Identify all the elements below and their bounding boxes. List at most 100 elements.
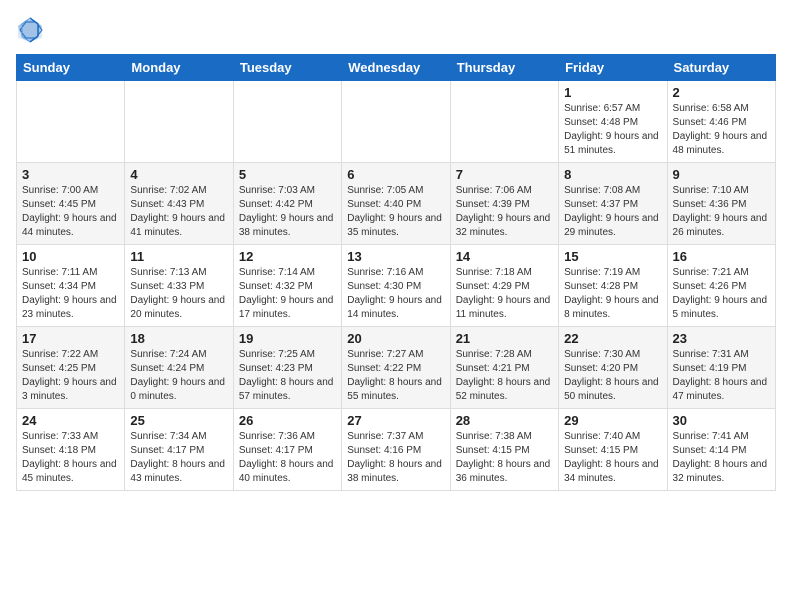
weekday-header-monday: Monday bbox=[125, 55, 233, 81]
day-info: Sunrise: 7:02 AM Sunset: 4:43 PM Dayligh… bbox=[130, 184, 227, 240]
weekday-header-sunday: Sunday bbox=[17, 55, 125, 81]
calendar-cell bbox=[17, 81, 125, 163]
weekday-header-thursday: Thursday bbox=[450, 55, 558, 81]
day-info: Sunrise: 7:24 AM Sunset: 4:24 PM Dayligh… bbox=[130, 348, 227, 404]
calendar-cell: 10 Sunrise: 7:11 AM Sunset: 4:34 PM Dayli… bbox=[17, 245, 125, 327]
day-info: Sunrise: 7:22 AM Sunset: 4:25 PM Dayligh… bbox=[22, 348, 119, 404]
day-info: Sunrise: 7:27 AM Sunset: 4:22 PM Dayligh… bbox=[347, 348, 444, 404]
calendar-cell: 27 Sunrise: 7:37 AM Sunset: 4:16 PM Dayli… bbox=[342, 409, 450, 491]
calendar-cell: 26 Sunrise: 7:36 AM Sunset: 4:17 PM Dayli… bbox=[233, 409, 341, 491]
calendar-cell: 25 Sunrise: 7:34 AM Sunset: 4:17 PM Dayli… bbox=[125, 409, 233, 491]
calendar-cell: 19 Sunrise: 7:25 AM Sunset: 4:23 PM Dayli… bbox=[233, 327, 341, 409]
logo bbox=[16, 16, 48, 44]
day-number: 25 bbox=[130, 413, 227, 428]
logo-icon bbox=[16, 16, 44, 44]
calendar-cell: 28 Sunrise: 7:38 AM Sunset: 4:15 PM Dayli… bbox=[450, 409, 558, 491]
day-number: 7 bbox=[456, 167, 553, 182]
calendar-cell bbox=[125, 81, 233, 163]
header bbox=[16, 16, 776, 44]
day-number: 1 bbox=[564, 85, 661, 100]
day-number: 5 bbox=[239, 167, 336, 182]
day-number: 30 bbox=[673, 413, 770, 428]
day-info: Sunrise: 6:57 AM Sunset: 4:48 PM Dayligh… bbox=[564, 102, 661, 158]
day-info: Sunrise: 7:36 AM Sunset: 4:17 PM Dayligh… bbox=[239, 430, 336, 486]
day-number: 17 bbox=[22, 331, 119, 346]
day-number: 12 bbox=[239, 249, 336, 264]
day-number: 13 bbox=[347, 249, 444, 264]
calendar-cell: 23 Sunrise: 7:31 AM Sunset: 4:19 PM Dayli… bbox=[667, 327, 775, 409]
calendar-cell: 24Sunrise: 7:33 AM Sunset: 4:18 PM Dayli… bbox=[17, 409, 125, 491]
day-number: 23 bbox=[673, 331, 770, 346]
day-number: 26 bbox=[239, 413, 336, 428]
calendar-cell: 15 Sunrise: 7:19 AM Sunset: 4:28 PM Dayli… bbox=[559, 245, 667, 327]
day-number: 22 bbox=[564, 331, 661, 346]
calendar-cell: 3 Sunrise: 7:00 AM Sunset: 4:45 PM Daylig… bbox=[17, 163, 125, 245]
calendar-cell: 12 Sunrise: 7:14 AM Sunset: 4:32 PM Dayli… bbox=[233, 245, 341, 327]
calendar-cell: 13 Sunrise: 7:16 AM Sunset: 4:30 PM Dayli… bbox=[342, 245, 450, 327]
day-number: 3 bbox=[22, 167, 119, 182]
day-info: Sunrise: 7:40 AM Sunset: 4:15 PM Dayligh… bbox=[564, 430, 661, 486]
week-row-2: 3 Sunrise: 7:00 AM Sunset: 4:45 PM Daylig… bbox=[17, 163, 776, 245]
week-row-5: 24Sunrise: 7:33 AM Sunset: 4:18 PM Dayli… bbox=[17, 409, 776, 491]
calendar: SundayMondayTuesdayWednesdayThursdayFrid… bbox=[16, 54, 776, 491]
day-number: 28 bbox=[456, 413, 553, 428]
day-info: Sunrise: 7:38 AM Sunset: 4:15 PM Dayligh… bbox=[456, 430, 553, 486]
day-info: Sunrise: 7:30 AM Sunset: 4:20 PM Dayligh… bbox=[564, 348, 661, 404]
day-number: 14 bbox=[456, 249, 553, 264]
day-number: 2 bbox=[673, 85, 770, 100]
week-row-4: 17 Sunrise: 7:22 AM Sunset: 4:25 PM Dayli… bbox=[17, 327, 776, 409]
calendar-cell: 22 Sunrise: 7:30 AM Sunset: 4:20 PM Dayli… bbox=[559, 327, 667, 409]
day-info: Sunrise: 7:00 AM Sunset: 4:45 PM Dayligh… bbox=[22, 184, 119, 240]
day-info: Sunrise: 7:16 AM Sunset: 4:30 PM Dayligh… bbox=[347, 266, 444, 322]
calendar-cell: 6 Sunrise: 7:05 AM Sunset: 4:40 PM Daylig… bbox=[342, 163, 450, 245]
day-number: 19 bbox=[239, 331, 336, 346]
calendar-cell: 16Sunrise: 7:21 AM Sunset: 4:26 PM Dayli… bbox=[667, 245, 775, 327]
day-info: Sunrise: 7:25 AM Sunset: 4:23 PM Dayligh… bbox=[239, 348, 336, 404]
calendar-cell: 9 Sunrise: 7:10 AM Sunset: 4:36 PM Daylig… bbox=[667, 163, 775, 245]
weekday-header-wednesday: Wednesday bbox=[342, 55, 450, 81]
calendar-cell bbox=[342, 81, 450, 163]
day-number: 29 bbox=[564, 413, 661, 428]
page-container: SundayMondayTuesdayWednesdayThursdayFrid… bbox=[0, 0, 792, 499]
day-info: Sunrise: 7:19 AM Sunset: 4:28 PM Dayligh… bbox=[564, 266, 661, 322]
day-info: Sunrise: 7:10 AM Sunset: 4:36 PM Dayligh… bbox=[673, 184, 770, 240]
day-info: Sunrise: 7:08 AM Sunset: 4:37 PM Dayligh… bbox=[564, 184, 661, 240]
day-number: 20 bbox=[347, 331, 444, 346]
day-info: Sunrise: 7:13 AM Sunset: 4:33 PM Dayligh… bbox=[130, 266, 227, 322]
day-info: Sunrise: 7:03 AM Sunset: 4:42 PM Dayligh… bbox=[239, 184, 336, 240]
day-number: 4 bbox=[130, 167, 227, 182]
day-info: Sunrise: 7:34 AM Sunset: 4:17 PM Dayligh… bbox=[130, 430, 227, 486]
day-number: 6 bbox=[347, 167, 444, 182]
weekday-header-row: SundayMondayTuesdayWednesdayThursdayFrid… bbox=[17, 55, 776, 81]
calendar-cell: 2Sunrise: 6:58 AM Sunset: 4:46 PM Daylig… bbox=[667, 81, 775, 163]
day-info: Sunrise: 7:21 AM Sunset: 4:26 PM Dayligh… bbox=[673, 266, 770, 322]
calendar-cell: 21Sunrise: 7:28 AM Sunset: 4:21 PM Dayli… bbox=[450, 327, 558, 409]
calendar-cell: 5 Sunrise: 7:03 AM Sunset: 4:42 PM Daylig… bbox=[233, 163, 341, 245]
calendar-cell: 11 Sunrise: 7:13 AM Sunset: 4:33 PM Dayli… bbox=[125, 245, 233, 327]
day-info: Sunrise: 7:11 AM Sunset: 4:34 PM Dayligh… bbox=[22, 266, 119, 322]
day-info: Sunrise: 7:41 AM Sunset: 4:14 PM Dayligh… bbox=[673, 430, 770, 486]
day-number: 9 bbox=[673, 167, 770, 182]
weekday-header-friday: Friday bbox=[559, 55, 667, 81]
week-row-1: 1 Sunrise: 6:57 AM Sunset: 4:48 PM Daylig… bbox=[17, 81, 776, 163]
day-number: 27 bbox=[347, 413, 444, 428]
calendar-cell: 7 Sunrise: 7:06 AM Sunset: 4:39 PM Daylig… bbox=[450, 163, 558, 245]
day-info: Sunrise: 7:06 AM Sunset: 4:39 PM Dayligh… bbox=[456, 184, 553, 240]
day-number: 15 bbox=[564, 249, 661, 264]
week-row-3: 10 Sunrise: 7:11 AM Sunset: 4:34 PM Dayli… bbox=[17, 245, 776, 327]
day-info: Sunrise: 7:37 AM Sunset: 4:16 PM Dayligh… bbox=[347, 430, 444, 486]
calendar-cell: 1 Sunrise: 6:57 AM Sunset: 4:48 PM Daylig… bbox=[559, 81, 667, 163]
calendar-cell: 8 Sunrise: 7:08 AM Sunset: 4:37 PM Daylig… bbox=[559, 163, 667, 245]
calendar-cell: 20 Sunrise: 7:27 AM Sunset: 4:22 PM Dayli… bbox=[342, 327, 450, 409]
day-number: 11 bbox=[130, 249, 227, 264]
day-info: Sunrise: 7:05 AM Sunset: 4:40 PM Dayligh… bbox=[347, 184, 444, 240]
day-info: Sunrise: 7:31 AM Sunset: 4:19 PM Dayligh… bbox=[673, 348, 770, 404]
day-number: 10 bbox=[22, 249, 119, 264]
weekday-header-saturday: Saturday bbox=[667, 55, 775, 81]
day-info: Sunrise: 7:14 AM Sunset: 4:32 PM Dayligh… bbox=[239, 266, 336, 322]
day-info: Sunrise: 7:28 AM Sunset: 4:21 PM Dayligh… bbox=[456, 348, 553, 404]
weekday-header-tuesday: Tuesday bbox=[233, 55, 341, 81]
calendar-cell: 29 Sunrise: 7:40 AM Sunset: 4:15 PM Dayli… bbox=[559, 409, 667, 491]
calendar-cell: 30 Sunrise: 7:41 AM Sunset: 4:14 PM Dayli… bbox=[667, 409, 775, 491]
day-number: 8 bbox=[564, 167, 661, 182]
